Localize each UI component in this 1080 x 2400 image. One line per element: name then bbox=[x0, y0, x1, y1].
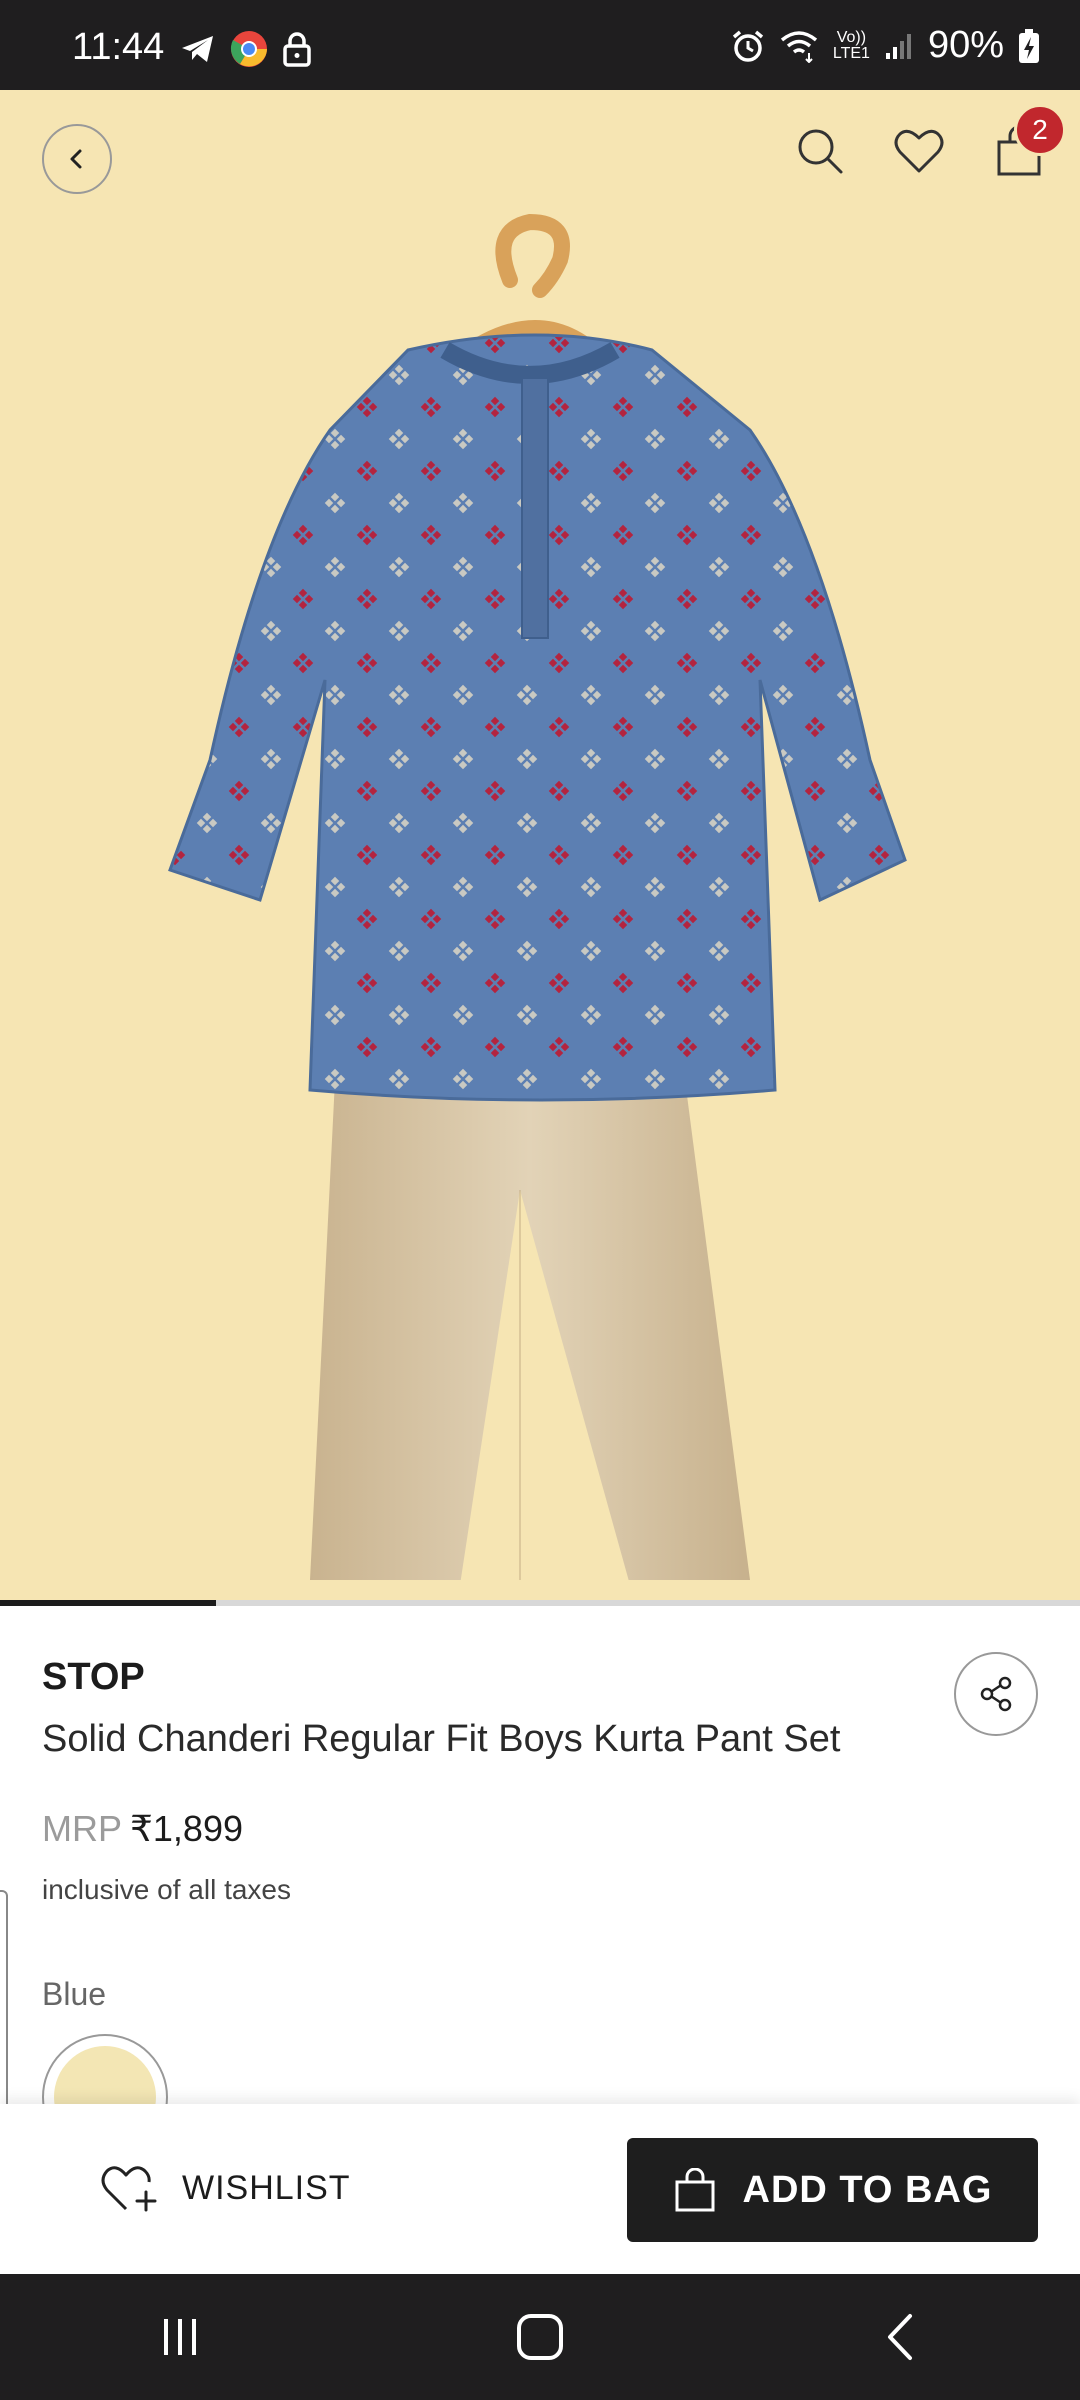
heart-icon[interactable] bbox=[894, 128, 944, 174]
signal-icon bbox=[885, 33, 911, 59]
network-type-label: Vo)) LTE1 bbox=[832, 28, 870, 62]
wishlist-label: WISHLIST bbox=[182, 2168, 351, 2207]
pants bbox=[310, 1080, 750, 1580]
search-icon[interactable] bbox=[796, 127, 844, 175]
product-image bbox=[168, 213, 907, 1580]
telegram-icon bbox=[182, 36, 213, 62]
color-name: Blue bbox=[42, 1976, 107, 2012]
status-left-icons bbox=[180, 30, 312, 68]
header-actions: 2 bbox=[796, 104, 1066, 176]
status-bar: 11:44 Vo)) LTE1 90% bbox=[0, 0, 1080, 90]
back-nav-icon bbox=[888, 2314, 912, 2360]
heart-plus-icon bbox=[101, 2166, 157, 2212]
wishlist-button[interactable]: WISHLIST bbox=[100, 2156, 351, 2220]
home-icon bbox=[517, 2314, 563, 2360]
back-icon bbox=[70, 149, 82, 169]
battery-charging-icon bbox=[1019, 28, 1039, 63]
recents-icon bbox=[164, 2319, 196, 2355]
price-row: MRP ₹1,899 bbox=[42, 1808, 243, 1850]
shopping-bag-icon bbox=[675, 2168, 715, 2212]
tax-note: inclusive of all taxes bbox=[42, 1874, 292, 1905]
volte-label: Vo)) bbox=[836, 28, 867, 46]
cart-button[interactable]: 2 bbox=[994, 104, 1066, 176]
price-value: ₹1,899 bbox=[130, 1808, 243, 1849]
kurta bbox=[168, 333, 907, 1102]
system-back-button[interactable] bbox=[840, 2297, 960, 2377]
chrome-icon bbox=[230, 31, 267, 67]
recents-button[interactable] bbox=[120, 2297, 240, 2377]
add-to-bag-button[interactable]: ADD TO BAG bbox=[627, 2138, 1038, 2242]
bottom-action-bar: WISHLIST ADD TO BAG bbox=[0, 2104, 1080, 2274]
cart-count-badge: 2 bbox=[1014, 104, 1066, 156]
mrp-label: MRP bbox=[42, 1808, 122, 1849]
back-button[interactable] bbox=[42, 124, 112, 194]
product-image-carousel[interactable]: 2 bbox=[0, 90, 1080, 1602]
status-right-icons: Vo)) LTE1 90% bbox=[731, 24, 1040, 67]
status-time: 11:44 bbox=[72, 26, 165, 68]
lte-label: LTE1 bbox=[832, 44, 870, 62]
home-button[interactable] bbox=[480, 2297, 600, 2377]
brand-name[interactable]: STOP bbox=[42, 1656, 145, 1699]
system-nav-bar bbox=[0, 2274, 1080, 2400]
product-details: STOP Solid Chanderi Regular Fit Boys Kur… bbox=[0, 1606, 1080, 2160]
share-icon bbox=[980, 1676, 1012, 1712]
product-title: Solid Chanderi Regular Fit Boys Kurta Pa… bbox=[42, 1718, 841, 1760]
battery-percent: 90% bbox=[927, 24, 1004, 66]
share-button[interactable] bbox=[954, 1652, 1038, 1736]
add-to-bag-label: ADD TO BAG bbox=[742, 2168, 993, 2211]
wifi-icon bbox=[780, 30, 817, 63]
alarm-icon bbox=[732, 30, 763, 62]
lock-icon bbox=[283, 32, 311, 67]
